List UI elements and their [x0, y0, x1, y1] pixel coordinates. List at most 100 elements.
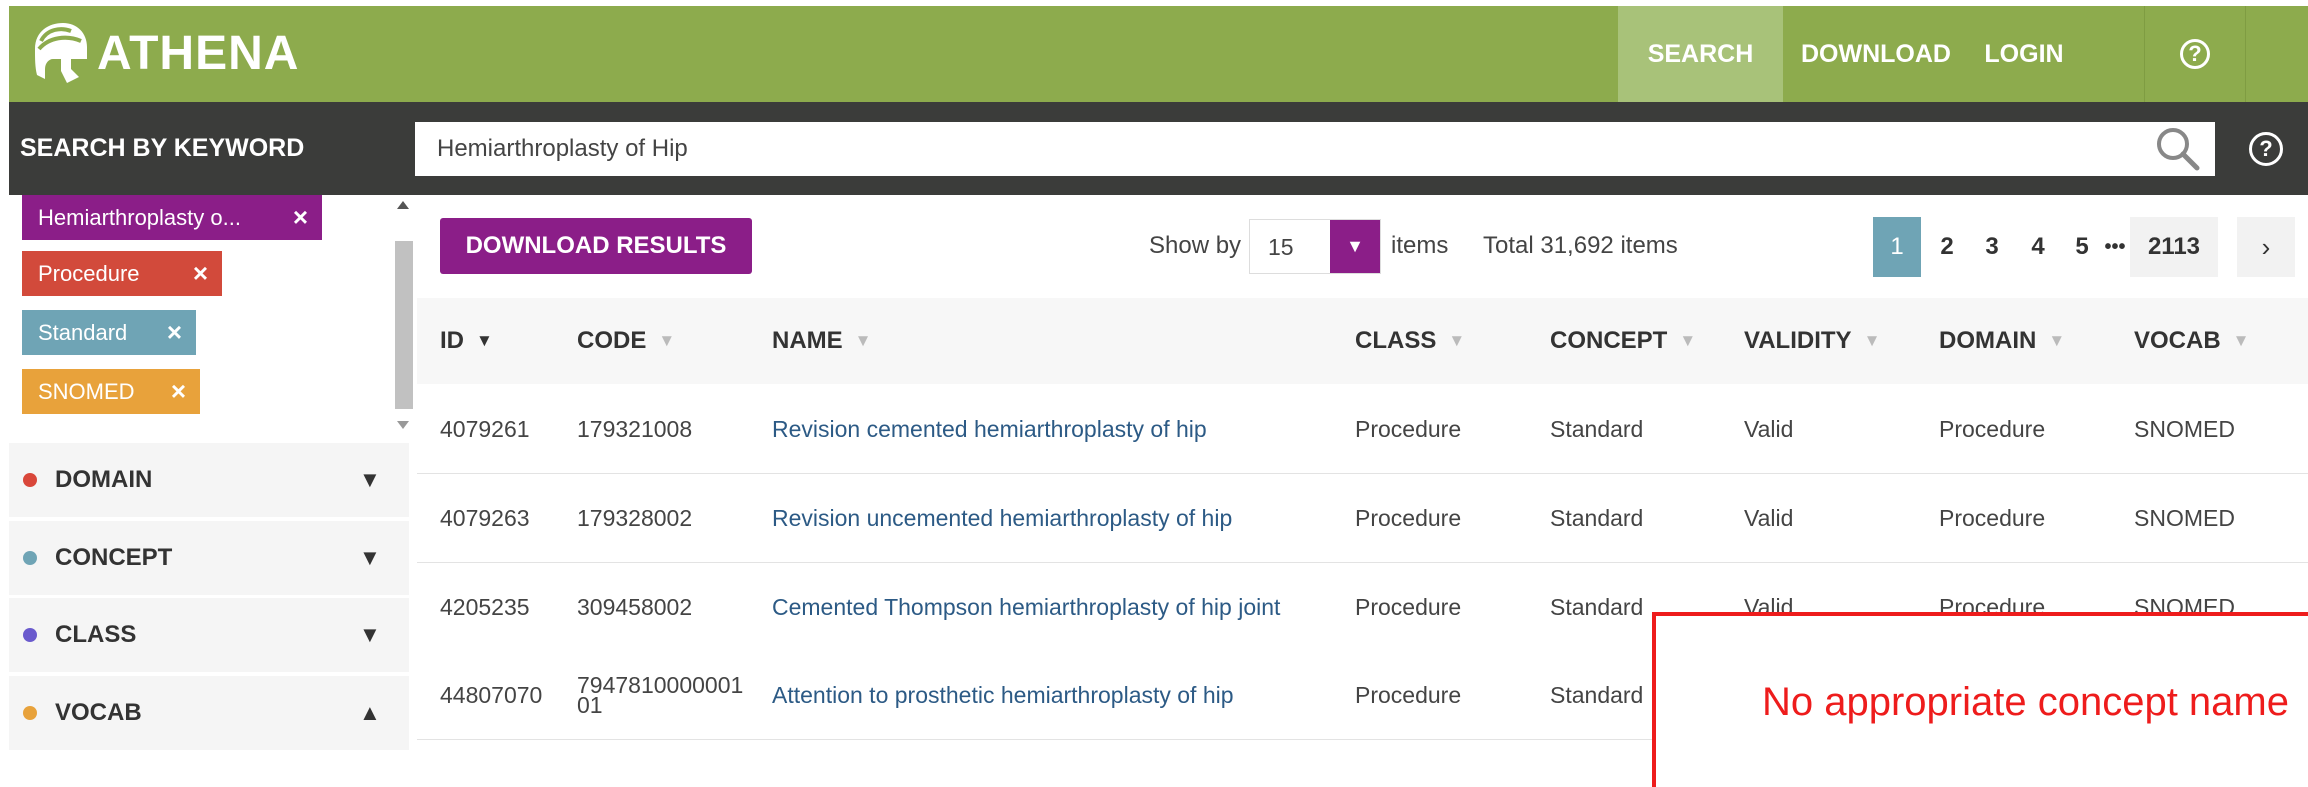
cell-code: 309458002	[577, 593, 693, 620]
scroll-up-icon[interactable]	[397, 201, 409, 209]
page-button-1[interactable]: 1	[1873, 217, 1921, 277]
sort-icon[interactable]: ▼	[1864, 331, 1881, 351]
expand-arrow-icon[interactable]: ▼	[359, 622, 381, 648]
facet-class[interactable]: CLASS ▼	[9, 596, 409, 672]
nav-help[interactable]: ?	[2144, 6, 2246, 102]
column-header-class[interactable]: CLASS ▼	[1355, 298, 1465, 384]
annotation-callout: No appropriate concept name	[1652, 612, 2308, 787]
remove-filter-icon[interactable]: ×	[293, 202, 308, 233]
search-icon[interactable]	[2153, 124, 2203, 174]
nav-login[interactable]: LOGIN	[1969, 6, 2079, 102]
sort-icon[interactable]: ▼	[855, 331, 872, 351]
sort-icon[interactable]: ▼	[658, 331, 675, 351]
cell-domain: Procedure	[1939, 415, 2046, 442]
total-count: Total 31,692 items	[1483, 232, 1678, 259]
column-header-validity[interactable]: VALIDITY ▼	[1744, 298, 1880, 384]
sort-icon[interactable]: ▼	[1679, 331, 1696, 351]
logo-text: ATHENA	[97, 26, 300, 80]
cell-vocab: SNOMED	[2134, 415, 2235, 442]
helmet-logo-icon	[35, 23, 87, 83]
column-label: CONCEPT	[1550, 327, 1668, 354]
filter-chip-label: SNOMED	[38, 378, 135, 404]
expand-arrow-icon[interactable]: ▼	[359, 545, 381, 571]
column-label: VOCAB	[2134, 327, 2221, 354]
column-header-vocab[interactable]: VOCAB ▼	[2134, 298, 2250, 384]
cell-concept: Standard	[1550, 504, 1644, 531]
page-size-select[interactable]: 15 ▼	[1249, 219, 1381, 274]
column-label: DOMAIN	[1939, 327, 2037, 354]
remove-filter-icon[interactable]: ×	[193, 258, 208, 289]
page-size-value: 15	[1268, 234, 1294, 260]
cell-code: 7947810000001 01	[577, 651, 743, 739]
cell-name-link[interactable]: Revision uncemented hemiarthroplasty of …	[772, 474, 1232, 562]
column-header-id[interactable]: ID ▼	[440, 298, 493, 384]
sort-desc-icon[interactable]: ▼	[476, 331, 493, 351]
filter-chip-keyword: Hemiarthroplasty o... ×	[22, 195, 322, 240]
table-row[interactable]: 4079263 179328002 Revision uncemented he…	[417, 474, 2308, 563]
column-label: VALIDITY	[1744, 327, 1852, 354]
cell-domain: Procedure	[1939, 504, 2046, 531]
column-header-code[interactable]: CODE ▼	[577, 298, 675, 384]
next-page-icon[interactable]: ›	[2237, 217, 2295, 277]
sort-icon[interactable]: ▼	[2233, 331, 2250, 351]
cell-concept: Standard	[1550, 681, 1644, 708]
table-row[interactable]: 4079261 179321008 Revision cemented hemi…	[417, 385, 2308, 474]
concept-dot-icon	[23, 551, 37, 565]
search-help-icon[interactable]: ?	[2249, 132, 2283, 166]
athena-logo[interactable]: ATHENA	[27, 18, 299, 88]
cell-name-link[interactable]: Attention to prosthetic hemiarthroplasty…	[772, 651, 1234, 739]
column-header-domain[interactable]: DOMAIN ▼	[1939, 298, 2065, 384]
dropdown-arrow-icon[interactable]: ▼	[1330, 220, 1380, 273]
search-input[interactable]	[415, 122, 2215, 176]
page-button-3[interactable]: 3	[1972, 217, 2012, 277]
cell-vocab: SNOMED	[2134, 504, 2235, 531]
filter-sidebar: Hemiarthroplasty o... × Procedure × Stan…	[9, 195, 417, 750]
nav-download[interactable]: DOWNLOAD	[1786, 6, 1966, 102]
column-label: ID	[440, 327, 464, 354]
cell-code-line: 01	[577, 692, 603, 718]
column-label: CLASS	[1355, 327, 1437, 354]
items-label: items	[1391, 232, 1449, 259]
help-icon: ?	[2180, 39, 2210, 69]
collapse-arrow-icon[interactable]: ▲	[359, 700, 381, 726]
top-nav-bar: ATHENA SEARCH DOWNLOAD LOGIN ?	[9, 6, 2308, 102]
filter-chip-label: Hemiarthroplasty o...	[38, 204, 241, 230]
sort-icon[interactable]: ▼	[1448, 331, 1465, 351]
expand-arrow-icon[interactable]: ▼	[359, 467, 381, 493]
cell-name-link[interactable]: Cemented Thompson hemiarthroplasty of hi…	[772, 563, 1280, 651]
table-header: ID ▼ CODE ▼ NAME ▼ CLASS ▼ CONCEPT ▼ VAL…	[417, 298, 2308, 384]
cell-id: 4079261	[440, 415, 530, 442]
class-dot-icon	[23, 628, 37, 642]
facet-vocab[interactable]: VOCAB ▲	[9, 674, 409, 750]
cell-id: 4079263	[440, 504, 530, 531]
cell-class: Procedure	[1355, 593, 1462, 620]
cell-id: 4205235	[440, 593, 530, 620]
facet-concept[interactable]: CONCEPT ▼	[9, 519, 409, 595]
sort-icon[interactable]: ▼	[2048, 331, 2065, 351]
nav-search[interactable]: SEARCH	[1618, 6, 1783, 102]
page-button-2[interactable]: 2	[1927, 217, 1967, 277]
pagination-ellipsis: •••	[2104, 235, 2126, 258]
facet-domain[interactable]: DOMAIN ▼	[9, 441, 409, 517]
page-button-4[interactable]: 4	[2017, 217, 2059, 277]
cell-concept: Standard	[1550, 415, 1644, 442]
download-results-button[interactable]: DOWNLOAD RESULTS	[440, 218, 752, 274]
filter-chip-label: Procedure	[38, 260, 140, 286]
filter-chip-snomed: SNOMED ×	[22, 369, 200, 414]
facet-label: CONCEPT	[55, 544, 173, 571]
remove-filter-icon[interactable]: ×	[167, 317, 182, 348]
column-label: CODE	[577, 327, 647, 354]
scroll-down-icon[interactable]	[397, 421, 409, 429]
domain-dot-icon	[23, 473, 37, 487]
filter-chip-label: Standard	[38, 319, 128, 345]
scrollbar-thumb[interactable]	[395, 241, 413, 409]
page-button-5[interactable]: 5	[2062, 217, 2102, 277]
column-header-concept[interactable]: CONCEPT ▼	[1550, 298, 1696, 384]
page-button-last[interactable]: 2113	[2130, 217, 2218, 277]
remove-filter-icon[interactable]: ×	[171, 376, 186, 407]
facet-label: CLASS	[55, 621, 137, 648]
filter-chip-standard: Standard ×	[22, 310, 196, 355]
cell-name-link[interactable]: Revision cemented hemiarthroplasty of hi…	[772, 385, 1207, 473]
vocab-dot-icon	[23, 706, 37, 720]
column-header-name[interactable]: NAME ▼	[772, 298, 872, 384]
